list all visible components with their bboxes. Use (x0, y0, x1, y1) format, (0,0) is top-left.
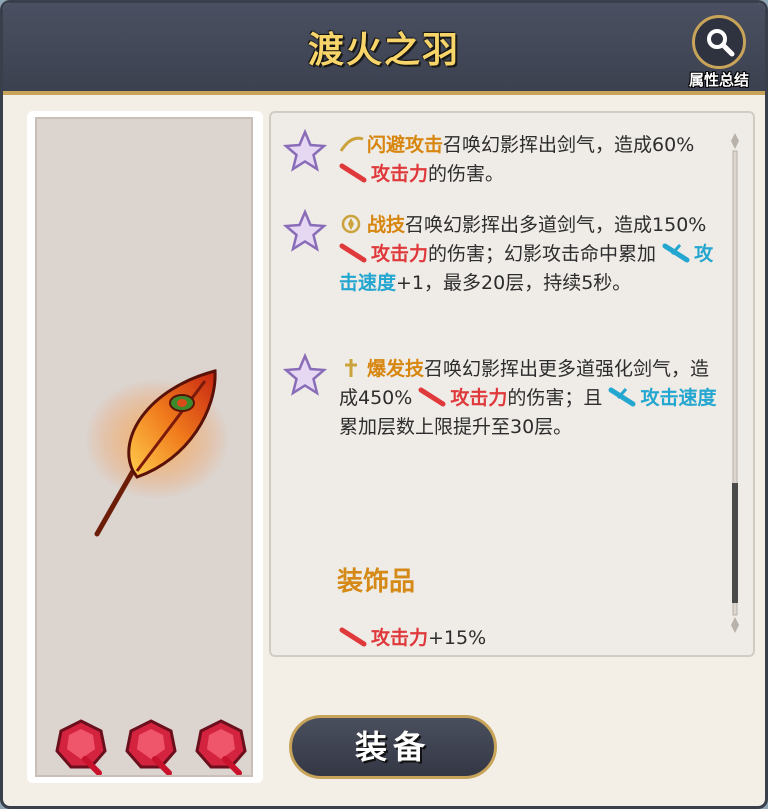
rarity-gems (51, 715, 251, 779)
ruby-icon (195, 719, 247, 775)
decoration-stat: 攻击力+15% (339, 623, 486, 650)
attack-speed-icon (662, 243, 690, 263)
attack-speed-label: 攻击速度 (640, 387, 717, 409)
skill-description: 闪避攻击召唤幻影挥出剑气，造成60% 攻击力的伤害。 (339, 131, 719, 189)
ruby-icon (55, 719, 107, 775)
battle-skill-icon (341, 214, 361, 234)
attribute-summary-label: 属性总结 (688, 71, 749, 89)
decoration-section-title: 装饰品 (337, 567, 416, 597)
attack-power-label: 攻击力 (371, 627, 429, 649)
burst-skill-icon (345, 359, 357, 377)
attribute-summary-button[interactable]: 属性总结 (685, 15, 753, 89)
item-preview-area (35, 117, 253, 777)
description-scroll-area[interactable]: 闪避攻击召唤幻影挥出剑气，造成60% 攻击力的伤害。 战技召唤幻影挥出多道剑气，… (269, 111, 755, 657)
equip-button[interactable]: 装备 (289, 715, 497, 779)
item-detail-panel: 渡火之羽 属性总结 闪避攻击召唤幻影挥出剑气，造成60% 攻击力的伤害。 战技召… (0, 0, 768, 809)
attack-power-label: 攻击力 (371, 243, 429, 265)
attack-sword-icon (418, 387, 446, 407)
attack-sword-icon (339, 627, 367, 647)
star-icon (283, 353, 327, 396)
fire-feather-icon (85, 369, 227, 537)
scrollbar-thumb (732, 483, 738, 603)
attack-speed-icon (608, 387, 636, 407)
skill-name: 战技 (367, 214, 406, 236)
decoration-value: +15% (428, 627, 487, 649)
skill-name: 闪避攻击 (367, 134, 444, 156)
attack-power-label: 攻击力 (371, 163, 429, 185)
star-icon (283, 209, 327, 252)
attack-sword-icon (339, 243, 367, 263)
item-title: 渡火之羽 (307, 30, 460, 71)
skill-description: 爆发技召唤幻影挥出更多道强化剑气，造成450% 攻击力的伤害；且 攻击速度累加层… (339, 358, 717, 438)
header-bar: 渡火之羽 属性总结 (3, 3, 765, 95)
attack-power-label: 攻击力 (450, 387, 508, 409)
attack-sword-icon (339, 163, 367, 183)
dodge-attack-icon (339, 136, 364, 152)
magnifier-icon (692, 15, 746, 69)
scrollbar[interactable] (723, 133, 747, 633)
ruby-icon (125, 719, 177, 775)
item-preview-frame (27, 111, 263, 783)
skill-description: 战技召唤幻影挥出多道剑气，造成150% 攻击力的伤害；幻影攻击命中累加 攻击速度… (339, 214, 714, 294)
skill-name: 爆发技 (367, 358, 425, 380)
star-icon (283, 129, 327, 172)
